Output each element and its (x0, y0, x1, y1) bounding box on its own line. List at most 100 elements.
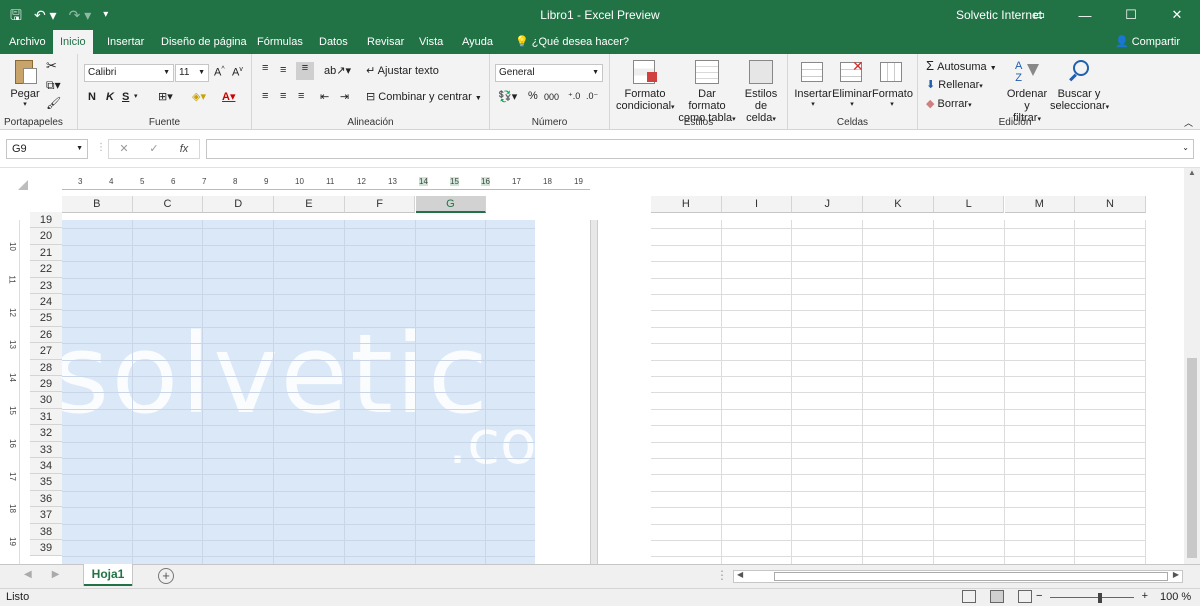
row-header[interactable]: 34 (30, 458, 62, 475)
zoom-out-icon[interactable]: − (1036, 590, 1042, 602)
align-center-icon[interactable]: ≡ (280, 90, 286, 102)
vertical-scrollbar[interactable]: ▲ (1184, 168, 1200, 564)
insert-function-button[interactable]: fx (169, 140, 199, 158)
column-header[interactable]: D (203, 196, 275, 213)
insert-cells-button[interactable]: Insertar ▾ (794, 58, 832, 108)
page-1-cells[interactable]: solvetic .co (62, 220, 535, 564)
row-header[interactable]: 36 (30, 490, 62, 508)
expand-formula-bar-icon[interactable]: ⌄ (1182, 143, 1189, 152)
select-all-corner[interactable] (18, 180, 28, 190)
number-format-combo[interactable]: General ▼ (495, 64, 603, 82)
maximize-icon[interactable]: ☐ (1108, 0, 1154, 30)
scroll-up-icon[interactable]: ▲ (1184, 168, 1200, 177)
zoom-slider[interactable]: − + (1036, 590, 1148, 606)
share-button[interactable]: 👤 Compartir (1115, 30, 1180, 54)
cancel-entry-icon[interactable]: ✕ (109, 140, 139, 158)
delete-cells-button[interactable]: ✕ Eliminar ▾ (832, 58, 872, 108)
row-header[interactable]: 39 (30, 540, 62, 557)
row-header[interactable]: 21 (30, 244, 62, 262)
underline-button[interactable]: S (122, 91, 129, 103)
page-layout-view-icon[interactable] (990, 590, 1004, 603)
font-size-combo[interactable]: 11 ▼ (175, 64, 209, 82)
decrease-font-icon[interactable]: Av (232, 66, 243, 79)
formula-bar-grip[interactable]: ⋮ (96, 142, 106, 153)
sort-filter-button[interactable]: AZ Ordenar y filtrar▾ (1004, 58, 1050, 124)
row-header[interactable]: 25 (30, 310, 62, 327)
row-header[interactable]: 35 (30, 474, 62, 491)
confirm-entry-icon[interactable]: ✓ (139, 140, 169, 158)
add-sheet-icon[interactable]: + (158, 568, 174, 584)
comma-style-button[interactable]: 000 (544, 92, 559, 102)
format-as-table-button[interactable]: Dar formato como tabla▾ (678, 58, 736, 124)
increase-indent-icon[interactable]: ⇥ (340, 90, 349, 103)
close-icon[interactable]: ✕ (1154, 0, 1200, 30)
tab-split-grip[interactable]: ⋮ (716, 568, 728, 582)
find-select-button[interactable]: Buscar y seleccionar▾ (1050, 58, 1109, 112)
scroll-right-icon[interactable]: ▶ (1173, 570, 1179, 579)
horizontal-scrollbar[interactable]: ◀ ▶ (733, 570, 1183, 583)
increase-decimal-icon[interactable]: ⁺.0 (568, 91, 580, 102)
row-header[interactable]: 19 (30, 212, 62, 229)
tab-insertar[interactable]: Insertar (100, 30, 151, 54)
row-header[interactable]: 32 (30, 425, 62, 442)
column-header[interactable]: G (415, 196, 487, 213)
align-bottom-icon[interactable]: ≡ (296, 62, 314, 80)
zoom-in-icon[interactable]: + (1142, 590, 1148, 602)
font-name-combo[interactable]: Calibri ▼ (84, 64, 174, 82)
ribbon-display-options-icon[interactable]: ▭ (1016, 0, 1062, 30)
align-top-icon[interactable]: ≡ (262, 62, 268, 74)
cut-icon[interactable]: ✂ (46, 58, 57, 74)
clear-button[interactable]: ◆ Borrar▾ (926, 97, 972, 110)
tab-ayuda[interactable]: Ayuda (455, 30, 500, 54)
row-header[interactable]: 31 (30, 408, 62, 426)
column-header[interactable]: C (132, 196, 204, 213)
column-header[interactable]: K (863, 196, 934, 213)
row-header[interactable]: 38 (30, 523, 62, 540)
bold-button[interactable]: N (88, 91, 96, 103)
row-header[interactable]: 26 (30, 326, 62, 344)
increase-font-icon[interactable]: A^ (214, 66, 225, 79)
prev-sheet-icon[interactable]: ◀ (24, 569, 32, 580)
decrease-indent-icon[interactable]: ⇤ (320, 90, 329, 103)
tell-me-box[interactable]: 💡 ¿Qué desea hacer? (508, 30, 636, 54)
accounting-format-icon[interactable]: 💱▾ (498, 90, 517, 103)
align-left-icon[interactable]: ≡ (262, 90, 268, 102)
underline-dropdown-icon[interactable]: ▾ (134, 92, 138, 100)
wrap-text-button[interactable]: ↵ Ajustar texto (366, 64, 439, 77)
tab-archivo[interactable]: Archivo (2, 30, 53, 54)
collapse-ribbon-icon[interactable]: ︿ (1184, 116, 1193, 129)
align-middle-icon[interactable]: ≡ (280, 64, 286, 76)
row-header[interactable]: 33 (30, 441, 62, 458)
row-header[interactable]: 29 (30, 376, 62, 393)
column-header[interactable]: B (62, 196, 133, 213)
minimize-icon[interactable]: — (1062, 0, 1108, 30)
row-header[interactable]: 24 (30, 294, 62, 311)
italic-button[interactable]: K (106, 91, 114, 103)
vertical-scroll-thumb[interactable] (1187, 358, 1197, 558)
tab-inicio[interactable]: Inicio (53, 30, 93, 54)
align-right-icon[interactable]: ≡ (298, 90, 304, 102)
zoom-knob[interactable] (1098, 593, 1102, 603)
row-header[interactable]: 37 (30, 507, 62, 524)
paste-button[interactable]: Pegar ▾ (8, 58, 42, 108)
percent-style-button[interactable]: % (528, 90, 538, 102)
format-cells-button[interactable]: Formato ▾ (872, 58, 913, 108)
cell-styles-button[interactable]: Estilos de celda▾ (738, 58, 784, 124)
fill-button[interactable]: ⬇ Rellenar▾ (926, 78, 983, 91)
row-header[interactable]: 22 (30, 261, 62, 278)
normal-view-icon[interactable] (962, 590, 976, 603)
column-header[interactable]: F (344, 196, 416, 213)
tab-vista[interactable]: Vista (412, 30, 450, 54)
row-header[interactable]: 30 (30, 392, 62, 409)
copy-icon[interactable]: ⧉▾ (46, 78, 61, 93)
borders-icon[interactable]: ⊞▾ (158, 90, 173, 103)
scroll-left-icon[interactable]: ◀ (737, 570, 743, 579)
format-painter-icon[interactable]: 🖌 (46, 96, 61, 110)
tab-revisar[interactable]: Revisar (360, 30, 411, 54)
column-header[interactable]: I (721, 196, 793, 213)
horizontal-scroll-thumb[interactable] (774, 572, 1168, 581)
next-sheet-icon[interactable]: ▶ (52, 569, 60, 580)
conditional-format-button[interactable]: Formato condicional▾ (616, 58, 675, 112)
row-header[interactable]: 28 (30, 359, 62, 376)
decrease-decimal-icon[interactable]: .0⁻ (586, 91, 598, 102)
